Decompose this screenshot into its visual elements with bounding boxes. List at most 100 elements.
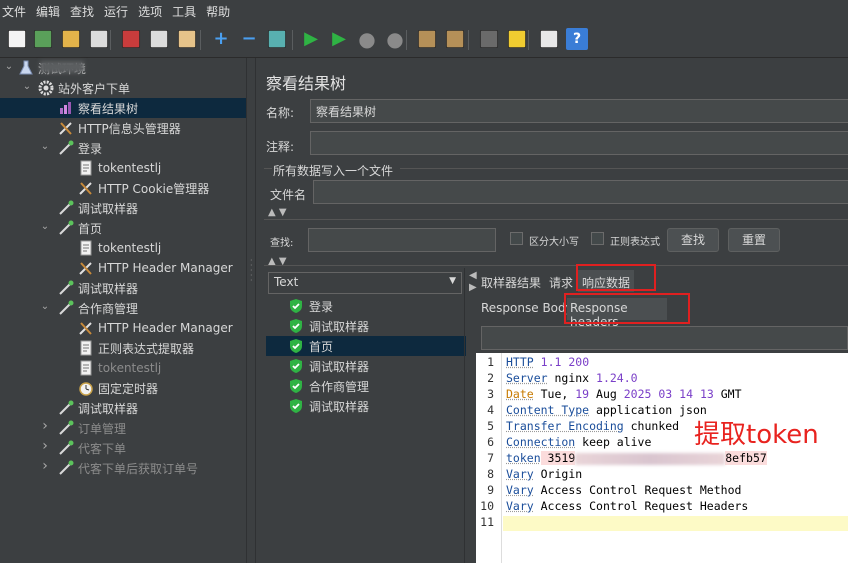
expand-arrow-icon[interactable]: ⌄	[40, 221, 50, 232]
expand-arrow-icon[interactable]: ⌄	[22, 81, 32, 92]
tree-node-item[interactable]: 订单管理	[58, 418, 126, 438]
code-line: Date Tue, 19 Aug 2025 03 14 13 GMT	[506, 387, 742, 401]
response-search-field[interactable]	[481, 326, 848, 350]
chevron-down-icon: ▼	[449, 276, 456, 286]
regex-checkbox[interactable]	[591, 232, 604, 245]
start-no-pause-icon[interactable]: ▶	[328, 28, 350, 50]
tree-node-item[interactable]: HTTP Header Manager	[78, 318, 233, 338]
start-icon[interactable]: ▶	[300, 28, 322, 50]
new-icon[interactable]	[8, 30, 26, 48]
menu-item-1[interactable]: 编辑	[34, 3, 66, 20]
save-icon[interactable]	[90, 30, 108, 48]
header-key: HTTP	[506, 355, 534, 369]
tab-request[interactable]: 请求	[549, 274, 573, 291]
tree-node-item[interactable]: tokentestlj	[78, 238, 161, 258]
stop-icon[interactable]: ●	[356, 28, 378, 50]
comment-field[interactable]	[310, 131, 848, 155]
reset-button[interactable]: 重置	[728, 228, 780, 252]
menu-item-4[interactable]: 选项	[136, 3, 168, 20]
tree-node-item[interactable]: HTTP Header Manager	[78, 258, 233, 278]
menu-item-3[interactable]: 运行	[102, 3, 134, 20]
tab-sampler-result[interactable]: 取样器结果	[481, 274, 541, 291]
collapse-arrow-icon[interactable]: ›	[40, 438, 50, 454]
response-headers-editor[interactable]: 1 HTTP 1.1 200 2 Server nginx 1.24.0 3 Date T…	[476, 353, 848, 563]
open-icon[interactable]	[62, 30, 80, 48]
expand-arrow-icon[interactable]: ⌄	[40, 301, 50, 312]
menu-item-2[interactable]: 查找	[68, 3, 100, 20]
flask-icon	[18, 60, 34, 76]
tree-node-item[interactable]: 代客下单	[58, 438, 126, 458]
tree-node-item[interactable]: 调试取样器	[58, 198, 138, 218]
menu-item-5[interactable]: 工具	[170, 3, 202, 20]
search-icon[interactable]	[480, 30, 498, 48]
sampler-icon	[58, 440, 74, 456]
sampler-icon	[58, 200, 74, 216]
collapse-icon[interactable]: −	[238, 28, 260, 50]
renderer-select[interactable]: Text ▼	[268, 272, 462, 294]
result-item[interactable]: 首页	[266, 336, 466, 356]
tree-node-item[interactable]: 调试取样器	[58, 398, 138, 418]
clear-icon[interactable]	[418, 30, 436, 48]
copy-icon[interactable]	[150, 30, 168, 48]
expand-arrow-icon[interactable]: ⌄	[4, 61, 14, 72]
collapse-arrows-icon[interactable]: ▲ ▼	[268, 207, 287, 218]
tree-node-item[interactable]: tokentestlj	[78, 158, 161, 178]
collapse-arrow-icon[interactable]: ›	[40, 418, 50, 434]
menu-item-0[interactable]: 文件	[0, 3, 32, 20]
line-number: 6	[476, 435, 498, 449]
menu-item-6[interactable]: 帮助	[204, 3, 236, 20]
expand-arrow-icon[interactable]: ⌄	[40, 141, 50, 152]
tree-node-item[interactable]: 合作商管理	[58, 298, 138, 318]
line-number: 10	[476, 499, 498, 513]
tree-node-thread-group[interactable]: 站外客户下单	[38, 78, 130, 98]
name-field[interactable]: 察看结果树	[310, 99, 848, 123]
toolbar: + − ▶ ▶ ● ●?	[0, 22, 848, 58]
name-label: 名称:	[266, 104, 294, 121]
tree-node-item[interactable]: 调试取样器	[58, 278, 138, 298]
collapse-arrow-icon[interactable]: ›	[40, 458, 50, 474]
tree-node-item[interactable]: 首页	[58, 218, 102, 238]
find-button[interactable]: 查找	[667, 228, 719, 252]
highlight-box-headers-tab	[564, 293, 690, 324]
templates-icon[interactable]	[34, 30, 52, 48]
panel-title: 察看结果树	[266, 70, 346, 94]
subtab-response-body[interactable]: Response Body	[481, 301, 573, 315]
result-item[interactable]: 合作商管理	[266, 376, 466, 396]
result-item[interactable]: 调试取样器	[266, 356, 466, 376]
clear-all-icon[interactable]	[446, 30, 464, 48]
search-input[interactable]	[308, 228, 496, 252]
split-arrows-icon[interactable]: ◀ ▶	[469, 270, 477, 294]
case-sensitive-checkbox[interactable]	[510, 232, 523, 245]
header-key: Vary	[506, 467, 534, 481]
tree-node-label: tokentestlj	[98, 241, 161, 255]
reset-search-icon[interactable]	[508, 30, 526, 48]
tree-node-item[interactable]: HTTP信息头管理器	[58, 118, 181, 138]
function-helper-icon[interactable]	[540, 30, 558, 48]
tree-node-item[interactable]: tokentestlj	[78, 358, 161, 378]
tree-node-item[interactable]: 代客下单后获取订单号	[58, 458, 198, 478]
cut-icon[interactable]	[122, 30, 140, 48]
tree-node-item[interactable]: 登录	[58, 138, 102, 158]
shutdown-icon[interactable]: ●	[384, 28, 406, 50]
result-splitter[interactable]	[464, 268, 468, 563]
result-item[interactable]: 调试取样器	[266, 396, 466, 416]
result-item[interactable]: 登录	[266, 296, 466, 316]
line-number: 4	[476, 403, 498, 417]
tree-node-item[interactable]: 正则表达式提取器	[78, 338, 194, 358]
splitter[interactable]: · · · · ·	[246, 58, 256, 563]
tree-node-item[interactable]: 察看结果树	[0, 98, 246, 118]
filename-field[interactable]	[313, 180, 848, 204]
code-line: HTTP 1.1 200	[506, 355, 589, 369]
paste-icon[interactable]	[178, 30, 196, 48]
toggle-icon[interactable]	[268, 30, 286, 48]
tree-node-item[interactable]: HTTP Cookie管理器	[78, 178, 209, 198]
expand-icon[interactable]: +	[210, 28, 232, 50]
result-item-label: 调试取样器	[309, 398, 369, 415]
section-border	[400, 168, 848, 169]
help-icon[interactable]: ?	[566, 28, 588, 50]
result-item[interactable]: 调试取样器	[266, 316, 466, 336]
regex-label: 正则表达式	[610, 233, 660, 248]
tree-node-label: 固定定时器	[98, 380, 158, 397]
line-number: 2	[476, 371, 498, 385]
tree-node-item[interactable]: 固定定时器	[78, 378, 158, 398]
